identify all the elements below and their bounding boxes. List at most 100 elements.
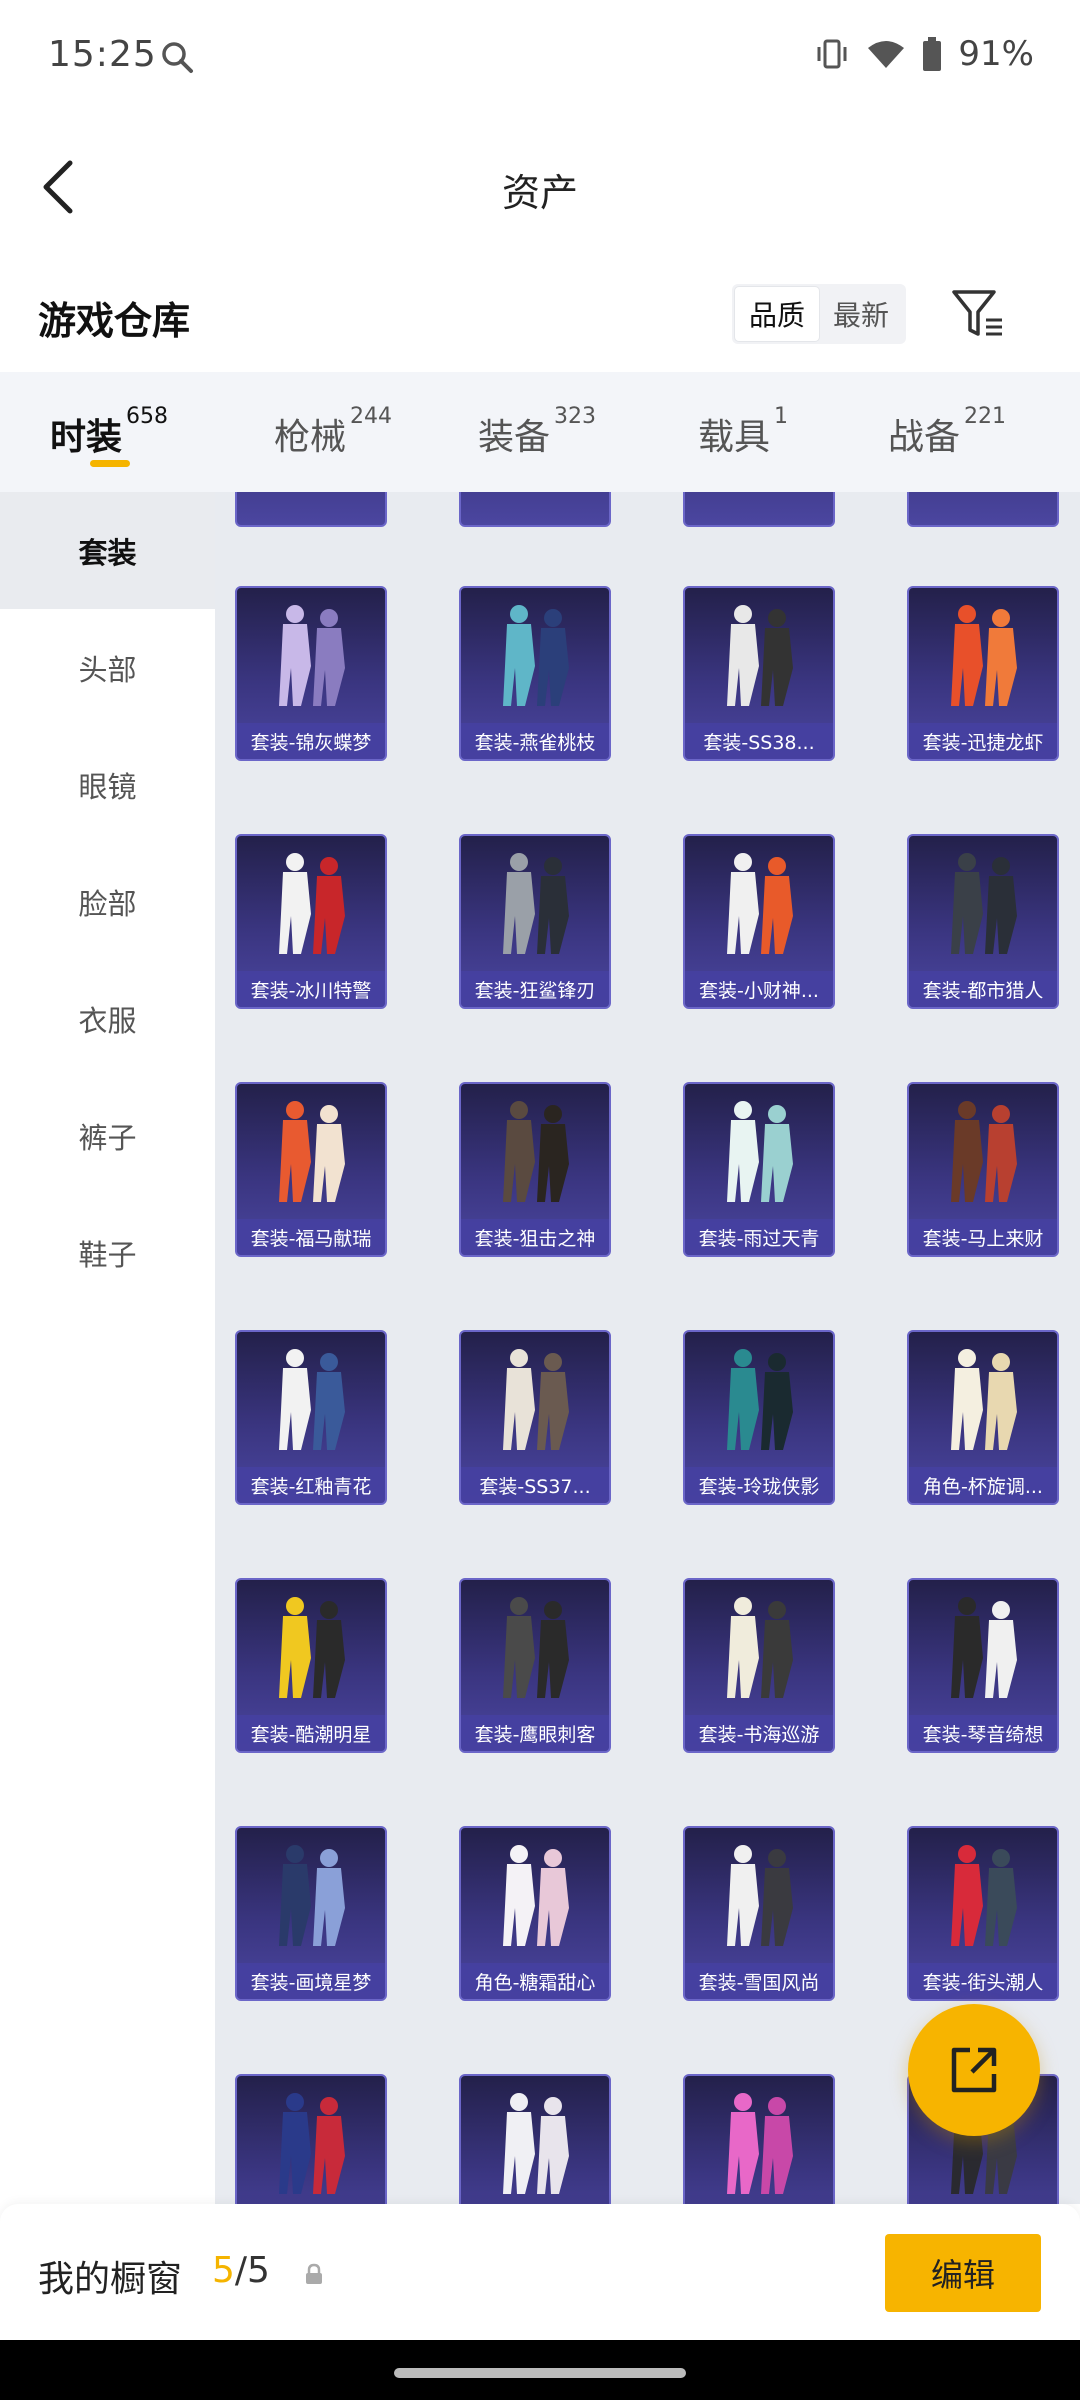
item-card[interactable]: 套装-马上来财 — [907, 1082, 1059, 1257]
lock-icon — [306, 2263, 322, 2284]
vibrate-icon — [817, 39, 847, 69]
home-handle[interactable] — [394, 2368, 686, 2378]
item-label: 套装-狙击之神 — [461, 1219, 609, 1255]
item-label: 套装-SS38... — [685, 723, 833, 759]
status-bar: 15:25 91% — [0, 0, 1080, 112]
outfit-thumbnail — [727, 1845, 793, 1946]
tab-equipment[interactable]: 装备 323 — [478, 372, 698, 492]
item-card[interactable]: 套装-小财神... — [683, 834, 835, 1009]
item-card[interactable]: 套装-街头潮人 — [907, 1826, 1059, 2001]
section-title: 游戏仓库 — [38, 299, 191, 343]
item-card[interactable]: 套装-雪国风尚 — [683, 1826, 835, 2001]
edit-button[interactable]: 编辑 — [885, 2234, 1041, 2312]
item-card[interactable]: 角色-糖霜甜心 — [459, 1826, 611, 2001]
item-card[interactable]: 套装-玲珑侠影 — [683, 1330, 835, 1505]
item-card[interactable]: 套装-狂鲨锋刃 — [459, 834, 611, 1009]
outfit-thumbnail — [951, 1101, 1017, 1202]
item-card[interactable]: 套装-SS38... — [683, 586, 835, 761]
item-card[interactable]: 套装-酷潮明星 — [235, 1578, 387, 1753]
tab-count: 244 — [350, 404, 393, 429]
item-label: 套装-街头潮人 — [909, 1963, 1057, 1999]
share-button[interactable] — [908, 2004, 1040, 2136]
outfit-thumbnail — [279, 1101, 345, 1202]
battery-percent: 91% — [958, 34, 1034, 74]
outfit-thumbnail — [727, 605, 793, 706]
sidebar-item-glasses[interactable]: 眼镜 — [0, 726, 215, 843]
sidebar-item-face[interactable]: 脸部 — [0, 843, 215, 960]
item-label: 套装-狂鲨锋刃 — [461, 971, 609, 1007]
outfit-thumbnail — [279, 1597, 345, 1698]
outfit-thumbnail — [503, 853, 569, 954]
item-card[interactable]: 套装-书海巡游 — [683, 1578, 835, 1753]
item-card[interactable]: 套装-燕雀桃枝 — [459, 586, 611, 761]
item-label: 套装-书海巡游 — [685, 1715, 833, 1751]
sort-quality-button[interactable]: 品质 — [735, 287, 820, 341]
item-label: 套装-画境星梦 — [237, 1963, 385, 1999]
filter-icon — [952, 290, 1002, 336]
search-notification-icon — [162, 42, 193, 73]
item-card[interactable]: 套装-红釉青花 — [235, 1330, 387, 1505]
showcase-total: 5 — [247, 2250, 270, 2291]
external-link-icon — [951, 2047, 997, 2093]
item-label: 套装-玲珑侠影 — [685, 1467, 833, 1503]
item-card[interactable]: 套装-都市猎人 — [907, 834, 1059, 1009]
outfit-thumbnail — [503, 605, 569, 706]
item-card[interactable]: 套装-迅捷龙虾 — [907, 586, 1059, 761]
sub-category-sidebar: 套装 头部 眼镜 脸部 衣服 裤子 鞋子 — [0, 492, 215, 2204]
item-card[interactable]: 套装-福马献瑞 — [235, 1082, 387, 1257]
item-label: 套装-酷潮明星 — [237, 1715, 385, 1751]
item-card[interactable]: 套装-雨过天青 — [683, 1082, 835, 1257]
item-label: 套装-SS37... — [461, 1467, 609, 1503]
battery-icon — [923, 37, 942, 71]
tab-vehicles[interactable]: 载具 1 — [698, 372, 888, 492]
tab-label: 枪械 — [274, 417, 347, 458]
sidebar-item-head[interactable]: 头部 — [0, 609, 215, 726]
sidebar-item-pants[interactable]: 裤子 — [0, 1077, 215, 1194]
tab-label: 装备 — [478, 417, 551, 458]
app-header: 资产 — [0, 112, 1080, 262]
tab-fashion[interactable]: 时装 658 — [50, 372, 226, 492]
sidebar-list: 头部 眼镜 脸部 衣服 裤子 鞋子 — [0, 609, 215, 2204]
outfit-thumbnail — [279, 2093, 345, 2194]
wifi-icon — [868, 41, 905, 68]
item-card[interactable]: 套装-画境星梦 — [235, 1826, 387, 2001]
item-card[interactable]: 角色-杯旋调... — [907, 1330, 1059, 1505]
outfit-thumbnail — [503, 1597, 569, 1698]
outfit-thumbnail — [951, 605, 1017, 706]
tab-guns[interactable]: 枪械 244 — [274, 372, 474, 492]
warehouse-header: 游戏仓库 品质 最新 — [0, 262, 1080, 372]
item-card-partial[interactable] — [235, 2074, 387, 2204]
tab-count: 658 — [126, 404, 169, 429]
outfit-thumbnail — [951, 853, 1017, 954]
tab-label: 时装 — [50, 417, 123, 458]
item-label: 套装-燕雀桃枝 — [461, 723, 609, 759]
filter-button[interactable] — [948, 284, 1008, 344]
item-label: 套装-鹰眼刺客 — [461, 1715, 609, 1751]
item-card[interactable]: 套装-锦灰蝶梦 — [235, 586, 387, 761]
active-tab-indicator — [90, 460, 130, 467]
item-card[interactable]: 套装-狙击之神 — [459, 1082, 611, 1257]
sidebar-item-shoes[interactable]: 鞋子 — [0, 1194, 215, 1311]
sidebar-item-clothes[interactable]: 衣服 — [0, 960, 215, 1077]
tab-supplies[interactable]: 战备 221 — [888, 372, 1068, 492]
outfit-thumbnail — [503, 1349, 569, 1450]
item-card-partial[interactable] — [683, 492, 835, 527]
item-card-partial[interactable] — [683, 2074, 835, 2204]
item-card[interactable]: 套装-SS37... — [459, 1330, 611, 1505]
item-card[interactable]: 套装-鹰眼刺客 — [459, 1578, 611, 1753]
item-card-partial[interactable] — [907, 492, 1059, 527]
item-label: 套装-琴音绮想 — [909, 1715, 1057, 1751]
sort-newest-button[interactable]: 最新 — [819, 287, 903, 341]
outfit-thumbnail — [727, 2093, 793, 2194]
outfit-thumbnail — [951, 1597, 1017, 1698]
item-label: 套装-雨过天青 — [685, 1219, 833, 1255]
item-card-partial[interactable] — [459, 2074, 611, 2204]
outfit-thumbnail — [279, 1845, 345, 1946]
item-card[interactable]: 套装-琴音绮想 — [907, 1578, 1059, 1753]
item-card-partial[interactable] — [459, 492, 611, 527]
item-card[interactable]: 套装-冰川特警 — [235, 834, 387, 1009]
sidebar-item-outfit[interactable]: 套装 — [0, 492, 215, 609]
item-grid: 套装-锦灰蝶梦 套装-燕雀桃枝 套装-SS38... 套装-迅捷龙虾 套装-冰川特警 套装… — [215, 492, 1080, 2204]
item-card-partial[interactable] — [235, 492, 387, 527]
item-label: 套装-小财神... — [685, 971, 833, 1007]
